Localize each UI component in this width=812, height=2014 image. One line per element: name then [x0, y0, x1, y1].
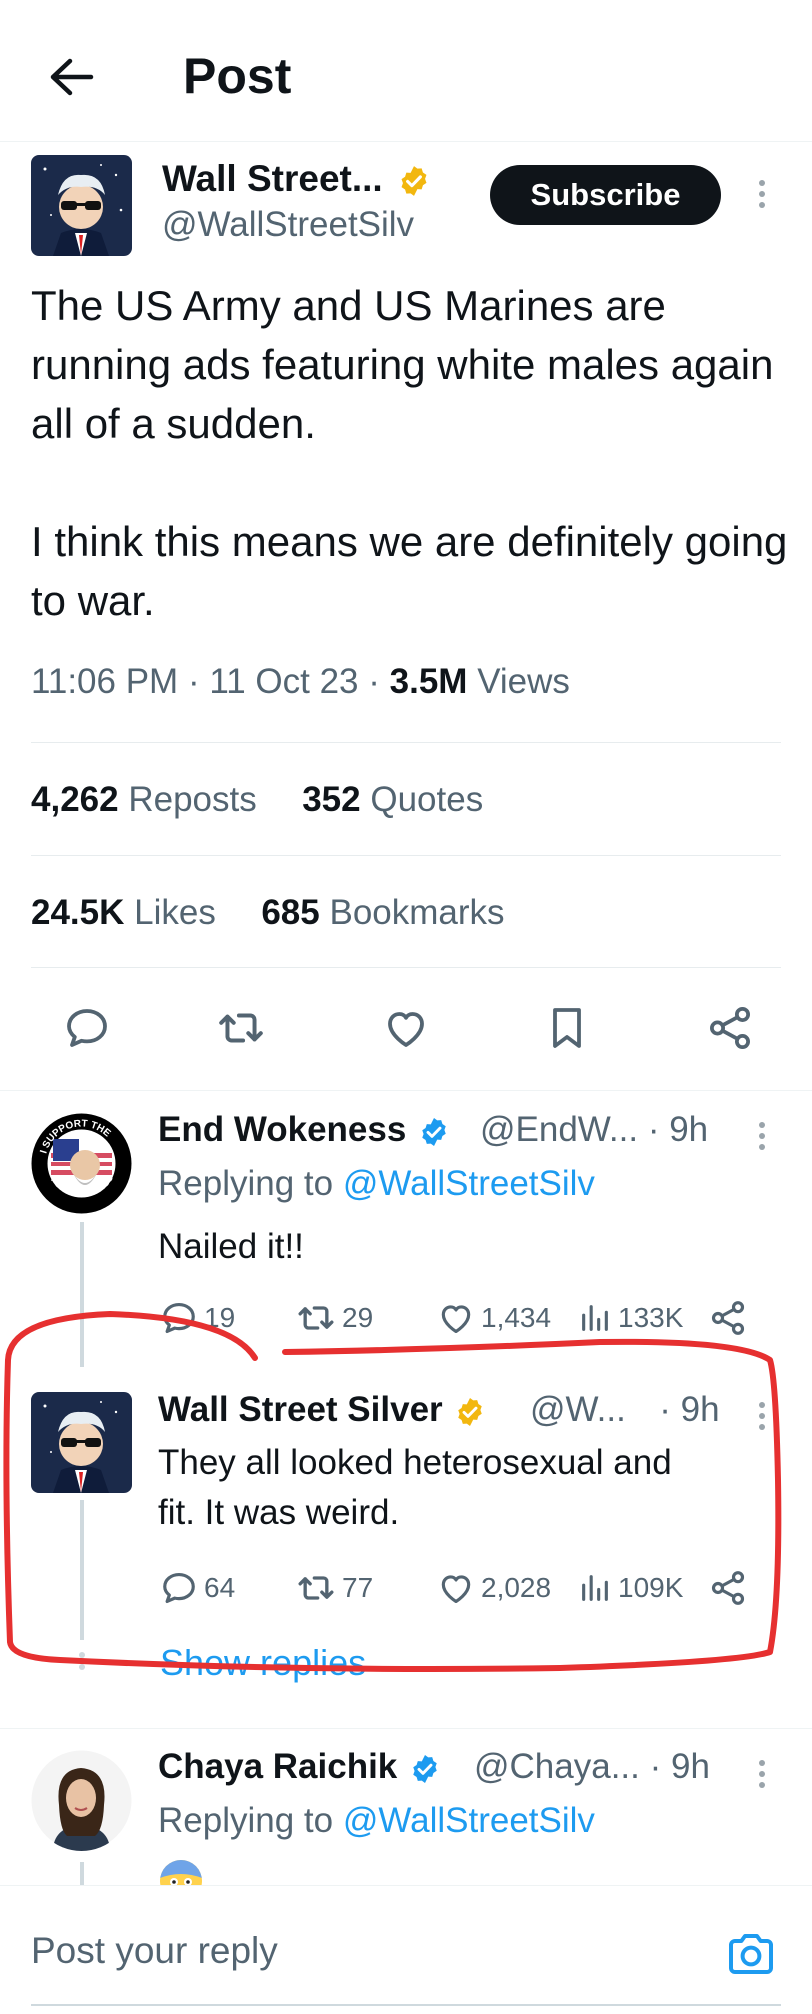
- divider: [31, 742, 781, 743]
- like-button[interactable]: 1,434: [437, 1298, 551, 1338]
- thread-line: [80, 1222, 84, 1367]
- views-icon: [582, 1575, 608, 1601]
- reposts-stat[interactable]: 4,262 Reposts: [31, 780, 257, 819]
- avatar[interactable]: [31, 155, 132, 256]
- reply-button[interactable]: [52, 993, 122, 1063]
- repost-icon: [298, 1576, 334, 1600]
- top-bar: Post: [0, 0, 812, 142]
- more-icon[interactable]: [750, 1750, 774, 1798]
- divider: [31, 855, 781, 856]
- views-label: Views: [477, 662, 570, 701]
- reply-handle[interactable]: @W...: [530, 1390, 626, 1429]
- divider: [31, 967, 781, 968]
- post-date[interactable]: 11 Oct 23: [209, 662, 358, 701]
- repost-icon: [298, 1306, 334, 1330]
- like-icon: [441, 1575, 471, 1604]
- like-button[interactable]: [371, 993, 441, 1063]
- verified-blue-icon: [413, 1754, 437, 1783]
- reply-meta: @W... · 9h: [530, 1390, 720, 1429]
- likes-bookmarks-row: 24.5K Likes 685 Bookmarks: [31, 893, 505, 933]
- subscribe-button[interactable]: Subscribe: [490, 165, 721, 225]
- share-button[interactable]: [708, 1298, 748, 1338]
- reply-button[interactable]: 19: [160, 1298, 235, 1338]
- replying-to-link[interactable]: @WallStreetSilv: [343, 1801, 595, 1840]
- camera-icon: [729, 1934, 773, 1974]
- like-icon: [441, 1305, 471, 1334]
- post-text: The US Army and US Marines are running a…: [31, 282, 788, 624]
- action-bar: [0, 993, 812, 1063]
- views-count: 3.5M: [389, 662, 468, 701]
- author-name[interactable]: Wall Street...: [162, 158, 431, 200]
- section-divider: [0, 1728, 812, 1729]
- avatar[interactable]: [31, 1392, 132, 1493]
- views-button[interactable]: 109K: [578, 1568, 683, 1608]
- post-time[interactable]: 11:06 PM: [31, 662, 178, 701]
- more-icon[interactable]: [750, 170, 774, 218]
- reply-icon: [67, 1009, 107, 1047]
- reply-text: Nailed it!!: [158, 1227, 304, 1266]
- verified-gold-icon: [401, 166, 427, 197]
- repost-button[interactable]: 77: [296, 1568, 373, 1608]
- thread-line: [80, 1500, 84, 1640]
- reply-composer: Post your reply: [0, 1885, 812, 2014]
- back-button[interactable]: [40, 46, 102, 108]
- views-icon: [582, 1305, 608, 1331]
- reply-text: They all looked heterosexual and fit. It…: [158, 1443, 672, 1532]
- arrow-left-icon: [50, 58, 94, 96]
- camera-button[interactable]: [723, 1926, 779, 1982]
- reply-input[interactable]: Post your reply: [31, 1930, 278, 1972]
- reply-meta: @EndW... · 9h: [480, 1110, 709, 1149]
- bookmark-icon: [553, 1008, 581, 1048]
- share-button[interactable]: [708, 1568, 748, 1608]
- reply-author-name[interactable]: Chaya Raichik: [158, 1747, 441, 1787]
- share-icon: [709, 1006, 751, 1050]
- bookmarks-stat[interactable]: 685 Bookmarks: [261, 893, 504, 932]
- reply-time[interactable]: 9h: [669, 1110, 708, 1149]
- reply-author-name[interactable]: End Wokeness: [158, 1110, 450, 1150]
- reply-handle[interactable]: @EndW...: [480, 1110, 638, 1149]
- reply-author-name[interactable]: Wall Street Silver: [158, 1390, 486, 1430]
- show-replies-link[interactable]: Show replies: [160, 1642, 366, 1684]
- section-divider: [0, 1090, 812, 1091]
- share-icon: [711, 1301, 745, 1335]
- more-icon[interactable]: [750, 1112, 774, 1160]
- author-handle[interactable]: @WallStreetSilv: [162, 205, 414, 245]
- avatar[interactable]: [31, 1750, 132, 1851]
- thread-dots: [78, 1652, 86, 1672]
- reply-button[interactable]: 64: [160, 1568, 235, 1608]
- reposts-quotes-row: 4,262 Reposts 352 Quotes: [31, 780, 483, 820]
- quotes-stat[interactable]: 352 Quotes: [302, 780, 483, 819]
- reply-handle[interactable]: @Chaya...: [474, 1747, 640, 1786]
- likes-stat[interactable]: 24.5K Likes: [31, 893, 216, 932]
- verified-blue-icon: [422, 1117, 446, 1146]
- like-icon: [388, 1012, 424, 1047]
- share-button[interactable]: [695, 993, 765, 1063]
- reply-icon: [163, 1572, 195, 1604]
- views-button[interactable]: 133K: [578, 1298, 683, 1338]
- replying-to-link[interactable]: @WallStreetSilv: [343, 1164, 595, 1203]
- repost-button[interactable]: 29: [296, 1298, 373, 1338]
- composer-underline: [31, 2004, 781, 2006]
- bookmark-button[interactable]: [532, 993, 602, 1063]
- repost-button[interactable]: [206, 993, 276, 1063]
- reply-time[interactable]: 9h: [671, 1747, 710, 1786]
- share-icon: [711, 1571, 745, 1605]
- like-button[interactable]: 2,028: [437, 1568, 551, 1608]
- more-icon[interactable]: [750, 1392, 774, 1440]
- verified-gold-icon: [458, 1397, 483, 1426]
- post-meta: 11:06 PM · 11 Oct 23 · 3.5M Views: [31, 662, 570, 701]
- reply-icon: [163, 1302, 195, 1334]
- replying-to: Replying to @WallStreetSilv: [158, 1801, 595, 1840]
- reply-time[interactable]: 9h: [681, 1390, 720, 1429]
- replying-to: Replying to @WallStreetSilv: [158, 1164, 595, 1203]
- repost-icon: [219, 1013, 263, 1043]
- reply-meta: @Chaya... · 9h: [474, 1747, 710, 1786]
- avatar[interactable]: I SUPPORT THE FORMER THINGS: [31, 1113, 132, 1214]
- page-title: Post: [183, 48, 292, 104]
